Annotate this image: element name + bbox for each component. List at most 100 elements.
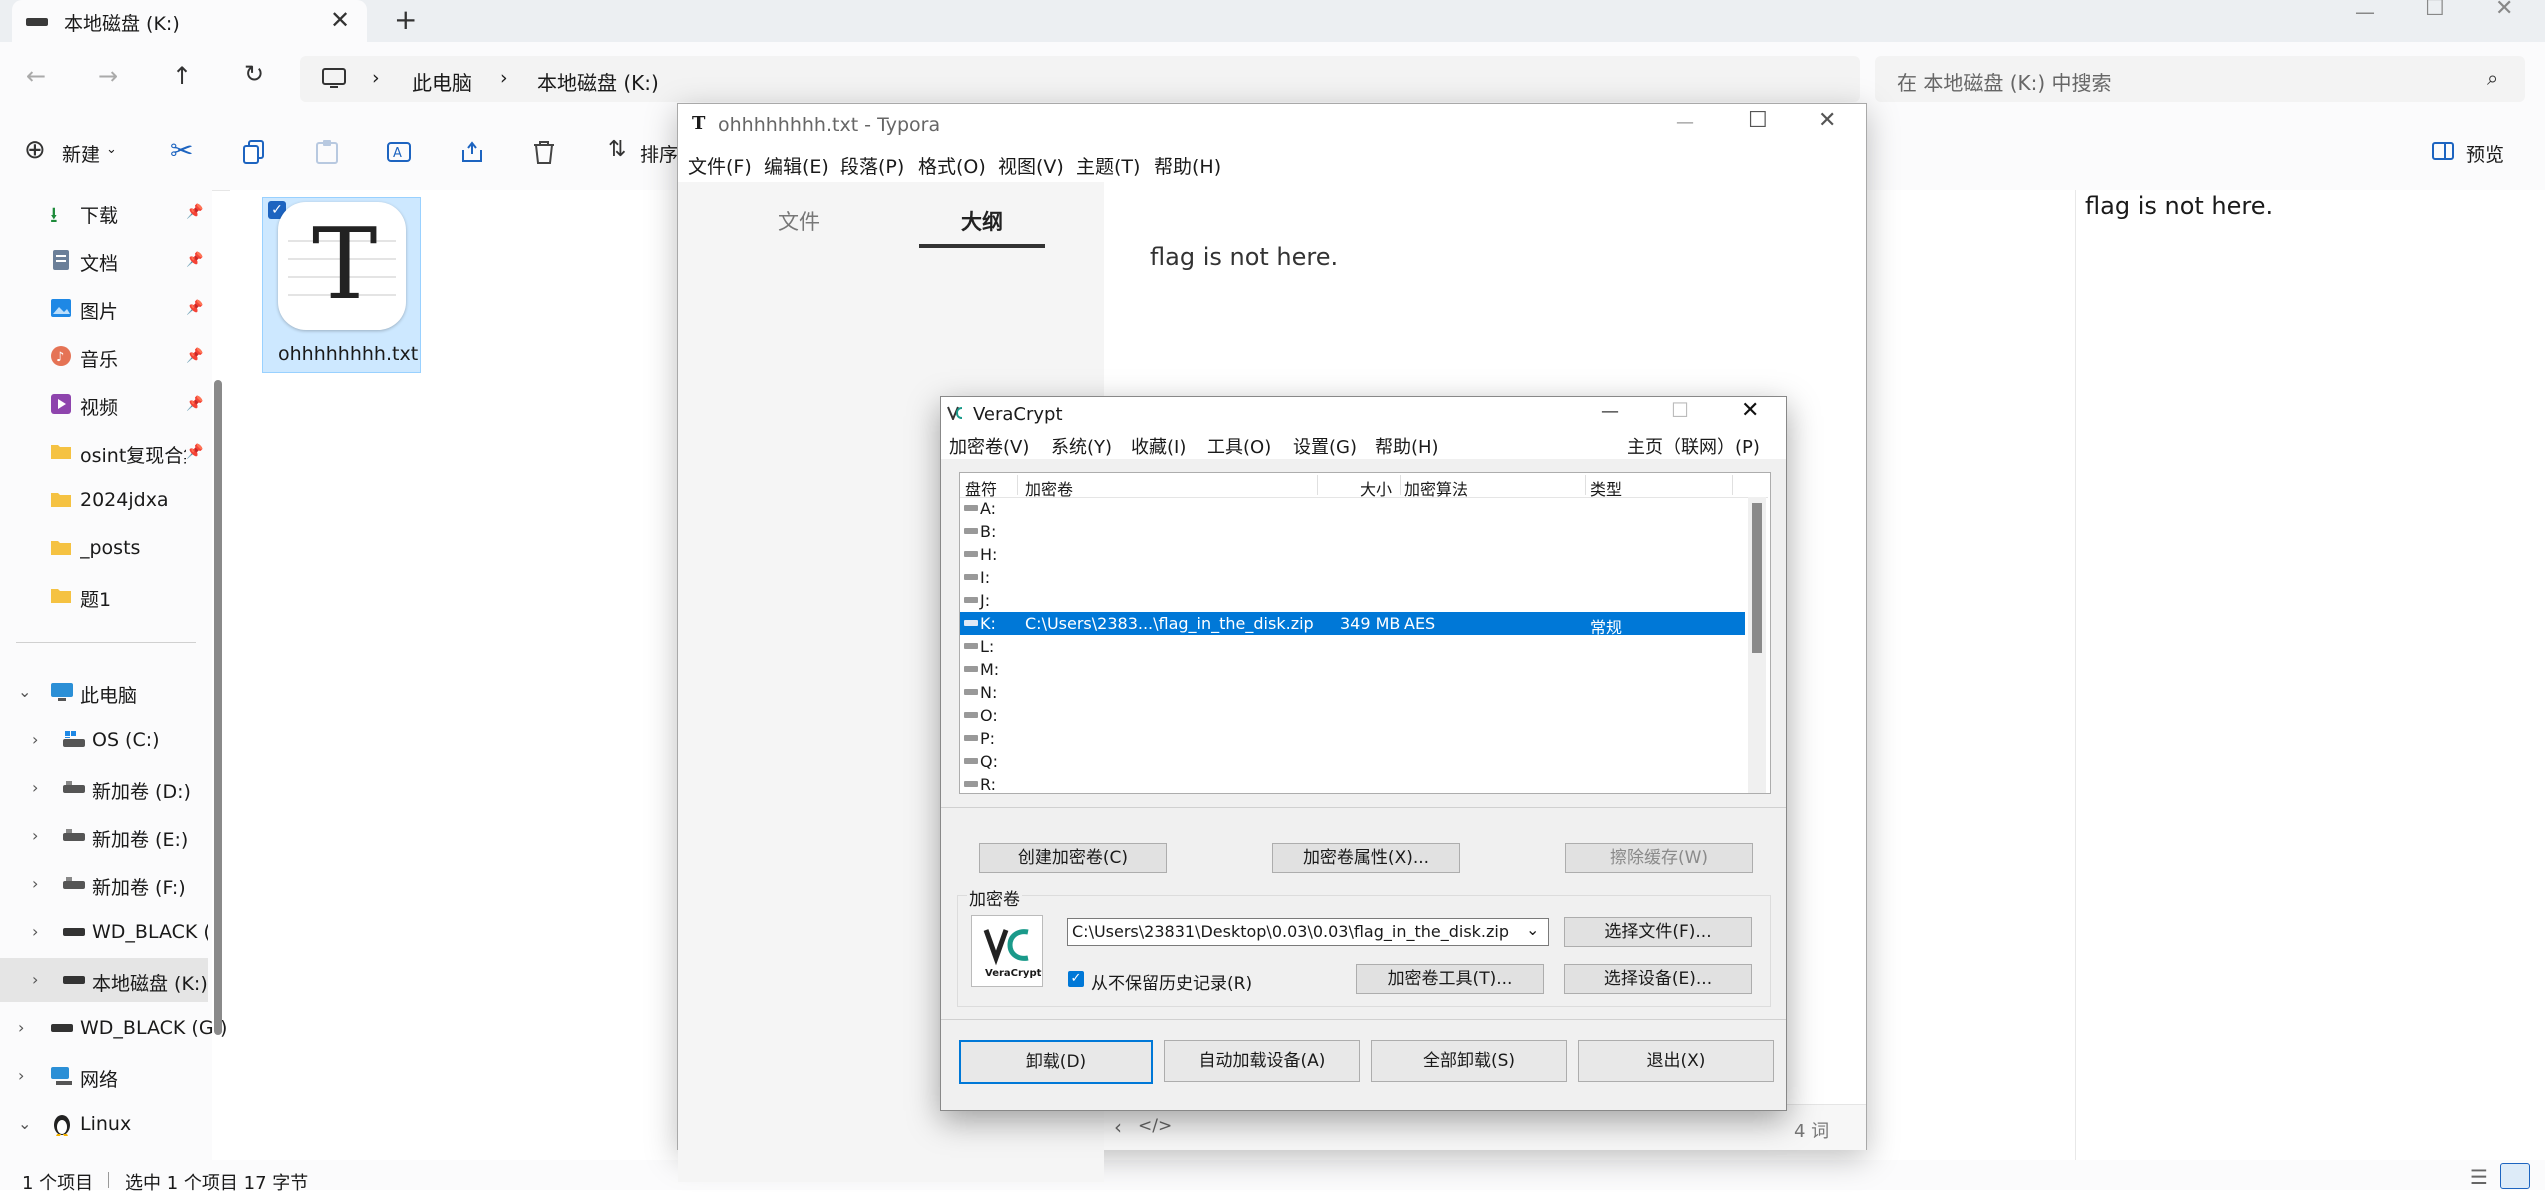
drive-row[interactable]: O: xyxy=(960,704,1745,727)
volume-tools-button[interactable]: 加密卷工具(T)... xyxy=(1356,964,1544,994)
sidebar-item-linux[interactable]: ⌄ Linux xyxy=(0,1102,208,1146)
typora-menu-theme[interactable]: 主题(T) xyxy=(1076,152,1140,179)
create-volume-button[interactable]: 创建加密卷(C) xyxy=(979,843,1167,873)
drive-row[interactable]: A: xyxy=(960,497,1745,520)
chevron-right-icon[interactable]: › xyxy=(18,1018,24,1037)
drive-row[interactable]: Q: xyxy=(960,750,1745,773)
typora-menu-file[interactable]: 文件(F) xyxy=(688,152,752,179)
sidebar-item-videos[interactable]: 视频 📌 xyxy=(0,382,208,426)
new-button[interactable]: 新建 xyxy=(62,140,100,167)
wipe-cache-button[interactable]: 擦除缓存(W) xyxy=(1565,843,1753,873)
chevron-right-icon[interactable]: › xyxy=(32,922,38,941)
drive-row[interactable]: M: xyxy=(960,658,1745,681)
typora-close-icon[interactable]: ✕ xyxy=(1818,108,1836,133)
never-save-history-checkbox[interactable]: ✓ xyxy=(1068,971,1084,987)
breadcrumb-this-pc[interactable]: 此电脑 xyxy=(412,67,472,96)
pin-icon[interactable]: 📌 xyxy=(186,252,203,268)
sidebar-item-posts[interactable]: _posts xyxy=(0,526,208,570)
chevron-right-icon[interactable]: › xyxy=(18,1066,24,1085)
pin-icon[interactable]: 📌 xyxy=(186,204,203,220)
pin-icon[interactable]: 📌 xyxy=(186,396,203,412)
source-code-icon[interactable]: </> xyxy=(1138,1116,1172,1136)
file-item[interactable]: ✓ T ohhhhhhhh.txt xyxy=(262,197,421,373)
auto-mount-devices-button[interactable]: 自动加载设备(A) xyxy=(1164,1040,1360,1082)
up-arrow-icon[interactable]: ↑ xyxy=(172,62,192,90)
sidebar-item-drive-f[interactable]: › 新加卷 (F:) xyxy=(0,862,208,906)
sidebar-item-network[interactable]: › 网络 xyxy=(0,1054,208,1098)
select-device-button[interactable]: 选择设备(E)... xyxy=(1564,964,1752,994)
sidebar-item-wd-black-g[interactable]: › WD_BLACK (G:) xyxy=(0,1006,227,1050)
refresh-icon[interactable]: ↻ xyxy=(244,60,264,88)
typora-titlebar[interactable]: T ohhhhhhhh.txt - Typora — ☐ ✕ xyxy=(678,104,1866,146)
drive-list-scrollbar-thumb[interactable] xyxy=(1752,503,1762,653)
chevron-right-icon[interactable]: › xyxy=(32,730,38,749)
sidebar-item-drive-d[interactable]: › 新加卷 (D:) xyxy=(0,766,208,810)
drive-row[interactable]: L: xyxy=(960,635,1745,658)
pin-icon[interactable]: 📌 xyxy=(186,300,203,316)
sidebar-item-drive-k[interactable]: › 本地磁盘 (K:) xyxy=(0,958,208,1002)
veracrypt-close-icon[interactable]: ✕ xyxy=(1741,398,1759,423)
preview-button[interactable]: 预览 xyxy=(2466,140,2504,167)
drive-row-selected[interactable]: K: C:\Users\2383...\flag_in_the_disk.zip… xyxy=(960,612,1745,637)
sidebar-item-this-pc[interactable]: ⌄ 此电脑 xyxy=(0,670,208,714)
sidebar-item-pictures[interactable]: 图片 📌 xyxy=(0,286,208,330)
drive-list[interactable]: 盘符 加密卷 大小 加密算法 类型 A: B: H: I: J: K: C:\U… xyxy=(959,472,1771,794)
share-icon[interactable] xyxy=(460,140,484,164)
sidebar-item-music[interactable]: ♪ 音乐 📌 xyxy=(0,334,208,378)
chevron-right-icon[interactable]: › xyxy=(32,970,38,989)
veracrypt-maximize-icon[interactable]: ☐ xyxy=(1671,398,1689,422)
dismount-all-button[interactable]: 全部卸载(S) xyxy=(1371,1040,1567,1082)
toggle-sidebar-icon[interactable]: ‹ xyxy=(1114,1115,1122,1139)
drive-row[interactable]: B: xyxy=(960,520,1745,543)
typora-menu-view[interactable]: 视图(V) xyxy=(998,152,1064,179)
sidebar-item-drive-c[interactable]: › OS (C:) xyxy=(0,718,208,762)
dismount-button[interactable]: 卸载(D) xyxy=(959,1040,1153,1084)
drive-row[interactable]: I: xyxy=(960,566,1745,589)
volume-properties-button[interactable]: 加密卷属性(X)... xyxy=(1272,843,1460,873)
vc-menu-help[interactable]: 帮助(H) xyxy=(1375,433,1439,459)
volume-path-combobox[interactable]: C:\Users\23831\Desktop\0.03\0.03\flag_in… xyxy=(1067,918,1549,946)
chevron-right-icon[interactable]: › xyxy=(32,778,38,797)
typora-minimize-icon[interactable]: — xyxy=(1676,112,1694,133)
window-minimize-icon[interactable]: — xyxy=(2355,0,2375,24)
chevron-right-icon[interactable]: › xyxy=(32,874,38,893)
sidebar-scrollbar[interactable] xyxy=(214,380,222,1035)
sidebar-item-documents[interactable]: 文档 📌 xyxy=(0,238,208,282)
cut-icon[interactable]: ✂ xyxy=(170,134,193,167)
drive-row[interactable]: H: xyxy=(960,543,1745,566)
typora-document-text[interactable]: flag is not here. xyxy=(1150,243,1338,271)
breadcrumb[interactable]: › 此电脑 › 本地磁盘 (K:) xyxy=(300,56,1860,102)
tab-outline[interactable]: 大纲 xyxy=(961,206,1003,236)
drive-row[interactable]: N: xyxy=(960,681,1745,704)
search-input[interactable]: 在 本地磁盘 (K:) 中搜索 ⌕ xyxy=(1875,56,2525,102)
sidebar-item-2024jdxa[interactable]: 2024jdxa xyxy=(0,478,208,522)
chevron-down-icon[interactable]: ⌄ xyxy=(18,1114,31,1133)
vc-menu-system[interactable]: 系统(Y) xyxy=(1051,433,1112,459)
typora-menu-paragraph[interactable]: 段落(P) xyxy=(840,152,904,179)
veracrypt-titlebar[interactable]: VeraCrypt — ☐ ✕ xyxy=(941,397,1786,431)
tab-local-disk-k[interactable]: 本地磁盘 (K:) ✕ xyxy=(12,0,367,42)
paste-icon[interactable] xyxy=(316,140,338,164)
never-save-history-label[interactable]: 从不保留历史记录(R) xyxy=(1091,969,1252,994)
details-view-icon[interactable]: ☰ xyxy=(2470,1165,2488,1189)
tab-close-icon[interactable]: ✕ xyxy=(330,6,350,34)
tiles-view-icon[interactable] xyxy=(2500,1163,2530,1189)
pin-icon[interactable]: 📌 xyxy=(186,444,203,460)
sort-button[interactable]: 排序 xyxy=(640,140,678,167)
typora-maximize-icon[interactable]: ☐ xyxy=(1748,108,1768,133)
chevron-down-icon[interactable]: ⌄ xyxy=(18,682,31,701)
sidebar-item-ti1[interactable]: 题1 xyxy=(0,574,208,618)
sidebar-item-drive-e[interactable]: › 新加卷 (E:) xyxy=(0,814,208,858)
typora-menu-format[interactable]: 格式(O) xyxy=(918,152,986,179)
tab-files[interactable]: 文件 xyxy=(778,206,820,236)
vc-menu-volumes[interactable]: 加密卷(V) xyxy=(949,433,1029,459)
veracrypt-minimize-icon[interactable]: — xyxy=(1601,401,1619,422)
copy-icon[interactable] xyxy=(243,140,265,164)
window-close-icon[interactable]: ✕ xyxy=(2495,0,2513,21)
typora-menu-help[interactable]: 帮助(H) xyxy=(1154,152,1221,179)
exit-button[interactable]: 退出(X) xyxy=(1578,1040,1774,1082)
back-arrow-icon[interactable]: ← xyxy=(26,62,46,90)
drive-row[interactable]: J: xyxy=(960,589,1745,612)
vc-menu-settings[interactable]: 设置(G) xyxy=(1293,433,1357,459)
sidebar-item-osint[interactable]: osint复现合集 📌 xyxy=(0,430,208,474)
